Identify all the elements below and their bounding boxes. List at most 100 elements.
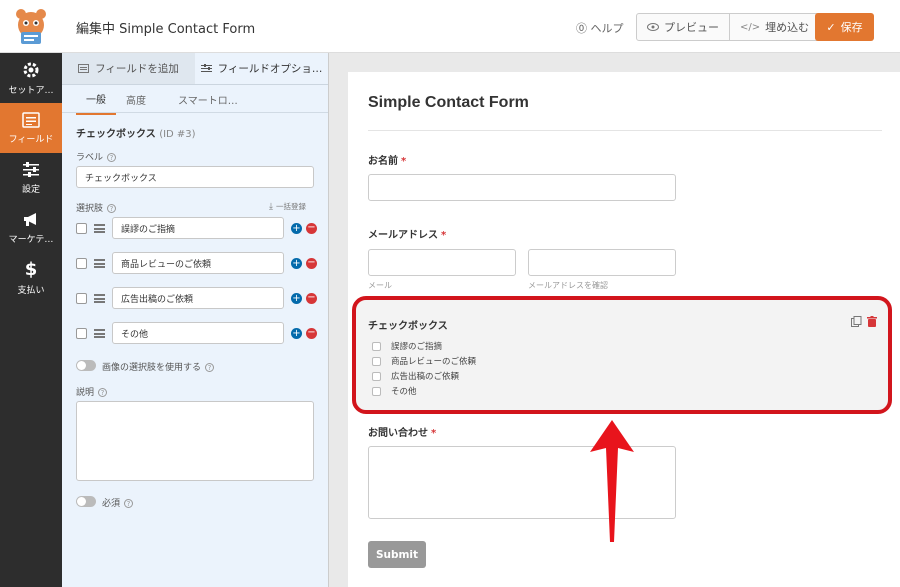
option-checkbox[interactable] (372, 371, 381, 381)
nav-label: マーケテ… (8, 234, 54, 245)
add-choice-icon[interactable]: + (291, 293, 302, 304)
email-confirm-input[interactable] (528, 249, 676, 276)
message-label-text: お問い合わせ (368, 428, 428, 439)
tab-label: フィールドオプショ… (217, 63, 323, 75)
tab-field-options[interactable]: フィールドオプショ… (195, 53, 328, 84)
help-tooltip-icon[interactable]: ? (124, 499, 134, 508)
trash-icon[interactable] (867, 316, 877, 327)
name-input[interactable] (368, 174, 676, 201)
required-text: 必須 (102, 499, 121, 509)
description-textarea[interactable] (76, 401, 314, 481)
drag-handle-icon[interactable] (94, 259, 105, 268)
checkbox-option[interactable]: 誤謬のご指摘 (372, 340, 442, 352)
checkbox-option[interactable]: 商品レビューのご依頼 (372, 355, 476, 367)
remove-choice-icon[interactable]: − (306, 328, 317, 339)
label-input[interactable]: チェックボックス (76, 166, 314, 188)
choice-row: 広告出稿のご依頼 + − (76, 287, 317, 311)
subtab-general[interactable]: 一般 (76, 83, 116, 115)
choice-row: 誤謬のご指摘 + − (76, 217, 317, 241)
top-bar: 編集中 Simple Contact Form ⓪ ヘルプ プレビュー </> … (0, 0, 900, 53)
help-tooltip-icon[interactable]: ? (98, 388, 108, 397)
field-options-panel: フィールドを追加 フィールドオプショ… 一般 高度 スマートロ… チェックボック… (62, 53, 329, 587)
message-field-label[interactable]: お問い合わせ * (368, 424, 436, 439)
help-tooltip-icon[interactable]: ? (107, 153, 117, 162)
drag-handle-icon[interactable] (94, 294, 105, 303)
required-marker: * (441, 230, 447, 241)
fields-icon (22, 111, 40, 128)
choice-input[interactable]: その他 (112, 322, 284, 344)
subtab-smart-logic[interactable]: スマートロ… (168, 84, 248, 114)
nav-label: セットア… (8, 85, 54, 96)
option-checkbox[interactable] (372, 386, 381, 396)
remove-choice-icon[interactable]: − (306, 293, 317, 304)
preview-button[interactable]: プレビュー (637, 14, 729, 40)
choice-default-checkbox[interactable] (76, 258, 87, 269)
checkmark-icon: ✓ (826, 20, 836, 34)
label-heading: ラベル? (76, 150, 117, 163)
preview-embed-group: プレビュー </> 埋め込む (636, 13, 821, 41)
name-label-text: お名前 (368, 156, 398, 167)
submit-button[interactable]: Submit (368, 541, 426, 568)
help-tooltip-icon[interactable]: ? (107, 204, 117, 213)
image-choices-toggle[interactable] (76, 360, 96, 371)
eye-icon (647, 23, 659, 31)
nav-label: 設定 (21, 184, 40, 195)
nav-item-payments[interactable]: $ 支払い (0, 253, 62, 303)
bulk-add-link[interactable]: ⤓ 一括登録 (269, 201, 306, 212)
annotation-arrow-icon (590, 420, 634, 542)
nav-item-settings[interactable]: 設定 (0, 153, 62, 203)
image-choices-text: 画像の選択肢を使用する (102, 363, 202, 373)
required-toggle[interactable] (76, 496, 96, 507)
name-field-label[interactable]: お名前 * (368, 152, 406, 167)
remove-choice-icon[interactable]: − (306, 223, 317, 234)
download-icon: ⤓ (269, 201, 273, 212)
field-name: チェックボックス (76, 129, 156, 140)
help-link[interactable]: ⓪ ヘルプ (576, 20, 624, 36)
option-label: 商品レビューのご依頼 (391, 357, 477, 367)
choice-input[interactable]: 誤謬のご指摘 (112, 217, 284, 239)
checkbox-field-label: チェックボックス (368, 321, 448, 332)
choice-default-checkbox[interactable] (76, 293, 87, 304)
nav-item-marketing[interactable]: マーケテ… (0, 203, 62, 253)
description-heading-text: 説明 (76, 388, 95, 398)
choice-row: その他 + − (76, 322, 317, 346)
drag-handle-icon[interactable] (94, 224, 105, 233)
subtab-advanced[interactable]: 高度 (116, 84, 156, 114)
nav-item-setup[interactable]: セットア… (0, 53, 62, 103)
option-checkbox[interactable] (372, 356, 381, 366)
list-icon (78, 64, 90, 73)
add-choice-icon[interactable]: + (291, 328, 302, 339)
builder-nav: セットア… フィールド 設定 マーケテ… $ 支払い (0, 53, 62, 587)
checkbox-option[interactable]: その他 (372, 385, 417, 397)
dollar-icon: $ (24, 258, 38, 280)
add-choice-icon[interactable]: + (291, 258, 302, 269)
duplicate-icon[interactable] (851, 316, 862, 327)
checkbox-option[interactable]: 広告出稿のご依頼 (372, 370, 459, 382)
megaphone-icon (24, 212, 36, 226)
save-button[interactable]: ✓ 保存 (815, 13, 874, 41)
option-label: 誤謬のご指摘 (391, 342, 443, 352)
bulk-add-label: 一括登録 (275, 202, 306, 211)
choice-input[interactable]: 広告出稿のご依頼 (112, 287, 284, 309)
embed-button[interactable]: </> 埋め込む (729, 14, 819, 40)
choice-input[interactable]: 商品レビューのご依頼 (112, 252, 284, 274)
title-divider (368, 130, 882, 131)
email-field-label[interactable]: メールアドレス * (368, 226, 446, 241)
remove-choice-icon[interactable]: − (306, 258, 317, 269)
help-label: ヘルプ (590, 22, 624, 35)
drag-handle-icon[interactable] (94, 329, 105, 338)
tab-add-fields[interactable]: フィールドを追加 (62, 53, 195, 84)
panel-tabs: フィールドを追加 フィールドオプショ… (62, 53, 328, 85)
choice-default-checkbox[interactable] (76, 328, 87, 339)
help-tooltip-icon[interactable]: ? (205, 363, 215, 372)
description-heading: 説明? (76, 385, 108, 398)
tab-label: フィールドを追加 (95, 63, 179, 75)
checkbox-field-selected[interactable]: チェックボックス 誤謬のご指摘 商品レビューのご依頼 広告出稿のご依頼 その他 (352, 296, 892, 414)
option-checkbox[interactable] (372, 341, 381, 351)
add-choice-icon[interactable]: + (291, 223, 302, 234)
email-input[interactable] (368, 249, 516, 276)
nav-item-fields[interactable]: フィールド (0, 103, 62, 153)
gear-icon (23, 62, 39, 77)
choice-default-checkbox[interactable] (76, 223, 87, 234)
email-label-text: メールアドレス (368, 230, 438, 241)
